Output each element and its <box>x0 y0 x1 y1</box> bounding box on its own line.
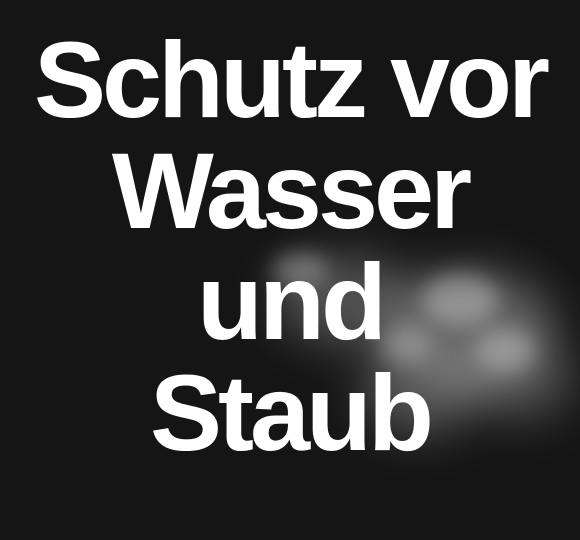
headline-line-3: und <box>197 241 387 362</box>
headline: Schutz vor Wasser und Staub <box>0 24 580 468</box>
headline-line-4: Staub <box>149 352 434 473</box>
headline-line-2: Wasser <box>111 130 472 251</box>
headline-line-1: Schutz vor <box>33 19 550 140</box>
hero-banner: Schutz vor Wasser und Staub <box>0 0 580 540</box>
